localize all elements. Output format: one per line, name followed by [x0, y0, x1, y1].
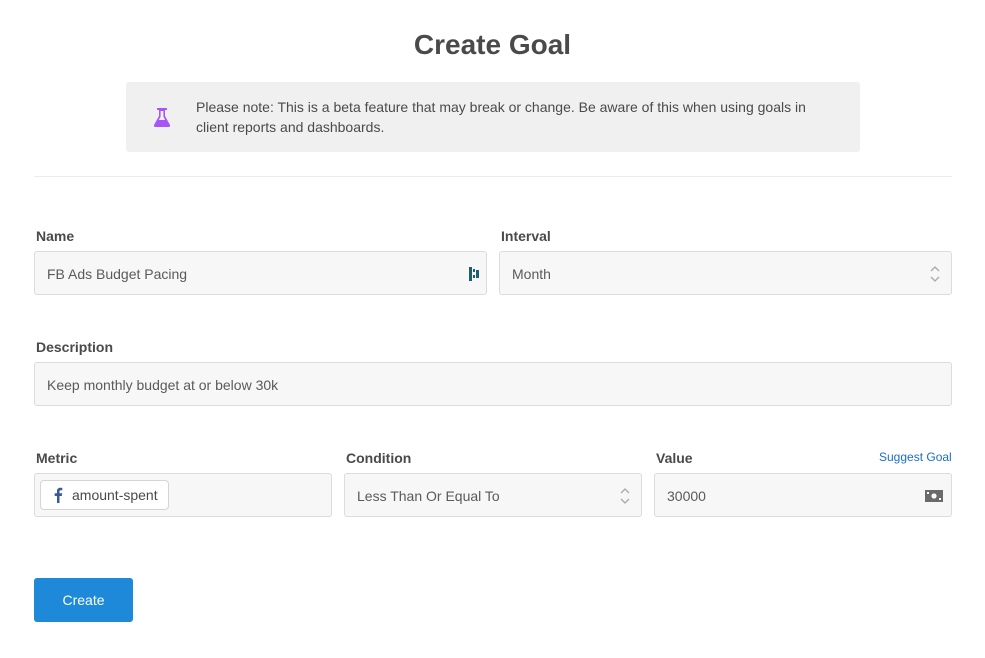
interval-select-value: Month [512, 266, 551, 282]
metric-chip-label: amount-spent [72, 487, 158, 503]
interval-select[interactable]: Month [499, 251, 952, 295]
chevron-up-down-icon [620, 488, 630, 504]
description-label: Description [36, 339, 114, 355]
description-input-value: Keep monthly budget at or below 30k [47, 377, 279, 393]
condition-select-value: Less Than Or Equal To [357, 488, 500, 504]
money-icon [925, 490, 943, 502]
name-input-value: FB Ads Budget Pacing [47, 266, 188, 282]
metric-picker[interactable]: amount-spent [34, 473, 332, 517]
value-label: Value [656, 450, 693, 466]
beta-notice-text: Please note: This is a beta feature that… [196, 99, 806, 135]
condition-label: Condition [346, 450, 412, 466]
condition-select[interactable]: Less Than Or Equal To [344, 473, 642, 517]
name-input[interactable]: FB Ads Budget Pacing [34, 251, 487, 295]
page-title: Create Goal [413, 29, 572, 60]
description-input[interactable]: Keep monthly budget at or below 30k [34, 362, 952, 406]
facebook-icon [54, 487, 63, 503]
create-button[interactable]: Create [34, 578, 133, 622]
interval-label: Interval [501, 228, 551, 244]
suggest-goal-link[interactable]: Suggest Goal [879, 450, 952, 464]
metric-label: Metric [36, 450, 78, 466]
chevron-up-down-icon [930, 266, 940, 282]
beta-notice: Please note: This is a beta feature that… [126, 82, 860, 152]
divider [34, 176, 952, 177]
flask-icon [153, 108, 171, 127]
name-label: Name [36, 228, 75, 244]
metric-chip[interactable]: amount-spent [40, 480, 169, 510]
password-manager-icon[interactable] [468, 266, 480, 282]
value-input[interactable]: 30000 [654, 473, 952, 517]
value-input-value: 30000 [667, 488, 706, 504]
